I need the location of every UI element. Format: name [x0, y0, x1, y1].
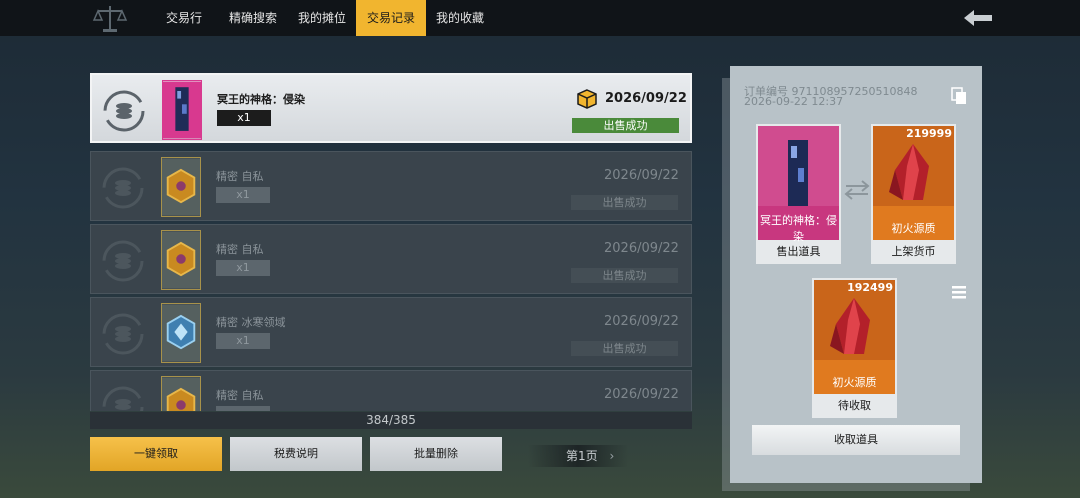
trade-record-list[interactable]: 冥王的神格：侵染 x1 2026/09/22 出售成功 精密 自私 x1 202… [90, 73, 692, 411]
claim-item-button[interactable]: 收取道具 [752, 425, 960, 455]
back-arrow-icon[interactable] [960, 8, 996, 28]
page-indicator[interactable]: 第1页 › [528, 445, 628, 467]
chevron-right-icon[interactable]: › [609, 449, 614, 463]
item-name: 精密 自私 [216, 389, 264, 402]
tax-info-button[interactable]: 税费说明 [230, 437, 362, 471]
trade-swap-icon [102, 386, 144, 411]
copy-icon[interactable] [951, 87, 967, 105]
page-label: 第1页 [566, 449, 598, 463]
tab-my-stall[interactable]: 我的摊位 [288, 0, 356, 36]
trade-swap-icon [103, 90, 145, 132]
batch-delete-button[interactable]: 批量删除 [370, 437, 502, 471]
item-thumbnail [161, 376, 201, 411]
item-thumbnail [161, 157, 201, 217]
item-thumbnail [161, 303, 201, 363]
trade-date: 2026/09/22 [604, 168, 679, 183]
record-row[interactable]: 精密 自私 x1 2026/09/22 出售成功 [90, 224, 692, 294]
item-quantity [216, 406, 270, 411]
listed-currency-caption: 上架货币 [891, 245, 936, 258]
record-row[interactable]: 冥王的神格：侵染 x1 2026/09/22 出售成功 [90, 73, 692, 143]
trade-date: 2026/09/22 [604, 241, 679, 256]
sold-item-card[interactable]: 冥王的神格：侵染 售出道具 [756, 124, 841, 264]
status-badge: 出售成功 [571, 268, 678, 283]
item-thumbnail [162, 80, 202, 140]
record-row[interactable]: 精密 自私 x1 2026/09/22 出售成功 [90, 151, 692, 221]
pending-caption: 待收取 [838, 399, 871, 412]
sold-item-caption: 售出道具 [776, 245, 821, 258]
swap-arrows-icon [844, 180, 870, 200]
trade-date: 2026/09/22 [604, 387, 679, 402]
menu-list-icon[interactable] [951, 284, 967, 300]
tab-my-favorites[interactable]: 我的收藏 [426, 0, 494, 36]
tab-trade-records[interactable]: 交易记录 [356, 0, 426, 36]
top-nav-bar: 交易行 精确搜索 我的摊位 交易记录 我的收藏 [0, 0, 1080, 36]
item-name: 精密 冰寒领域 [216, 316, 286, 329]
trade-swap-icon [102, 240, 144, 282]
claim-all-button[interactable]: 一键领取 [90, 437, 222, 471]
listed-amount: 219999 [906, 127, 952, 140]
item-name: 精密 自私 [216, 170, 264, 183]
item-quantity: x1 [217, 110, 271, 126]
scales-icon [92, 6, 128, 32]
trade-swap-icon [102, 313, 144, 355]
status-badge: 出售成功 [571, 341, 678, 356]
record-row[interactable]: 精密 冰寒领域 x1 2026/09/22 出售成功 [90, 297, 692, 367]
trade-date: 2026/09/22 [605, 91, 687, 106]
listed-currency-name: 初火源质 [891, 222, 936, 235]
tab-trading-house[interactable]: 交易行 [150, 0, 218, 36]
pending-currency-name: 初火源质 [832, 376, 877, 389]
order-time: 2026-09-22 12:37 [744, 95, 844, 108]
tab-precise-search[interactable]: 精确搜索 [218, 0, 288, 36]
item-quantity: x1 [216, 333, 270, 349]
item-name: 冥王的神格：侵染 [217, 93, 305, 106]
listed-currency-card[interactable]: 219999 初火源质 上架货币 [871, 124, 956, 264]
status-badge: 出售成功 [571, 195, 678, 210]
record-count: 384/385 [90, 412, 692, 429]
record-row[interactable]: 精密 自私 2026/09/22 [90, 370, 692, 411]
item-quantity: x1 [216, 187, 270, 203]
pending-currency-card[interactable]: 192499 初火源质 待收取 [812, 278, 897, 418]
item-quantity: x1 [216, 260, 270, 276]
sold-item-name: 冥王的神格：侵染 [760, 214, 837, 243]
trade-date: 2026/09/22 [604, 314, 679, 329]
package-icon [577, 89, 597, 109]
trade-swap-icon [102, 167, 144, 209]
pending-amount: 192499 [847, 281, 893, 294]
status-badge: 出售成功 [572, 118, 679, 133]
order-detail-panel: 订单编号 971108957250510848 2026-09-22 12:37… [730, 66, 982, 483]
item-thumbnail [161, 230, 201, 290]
item-name: 精密 自私 [216, 243, 264, 256]
